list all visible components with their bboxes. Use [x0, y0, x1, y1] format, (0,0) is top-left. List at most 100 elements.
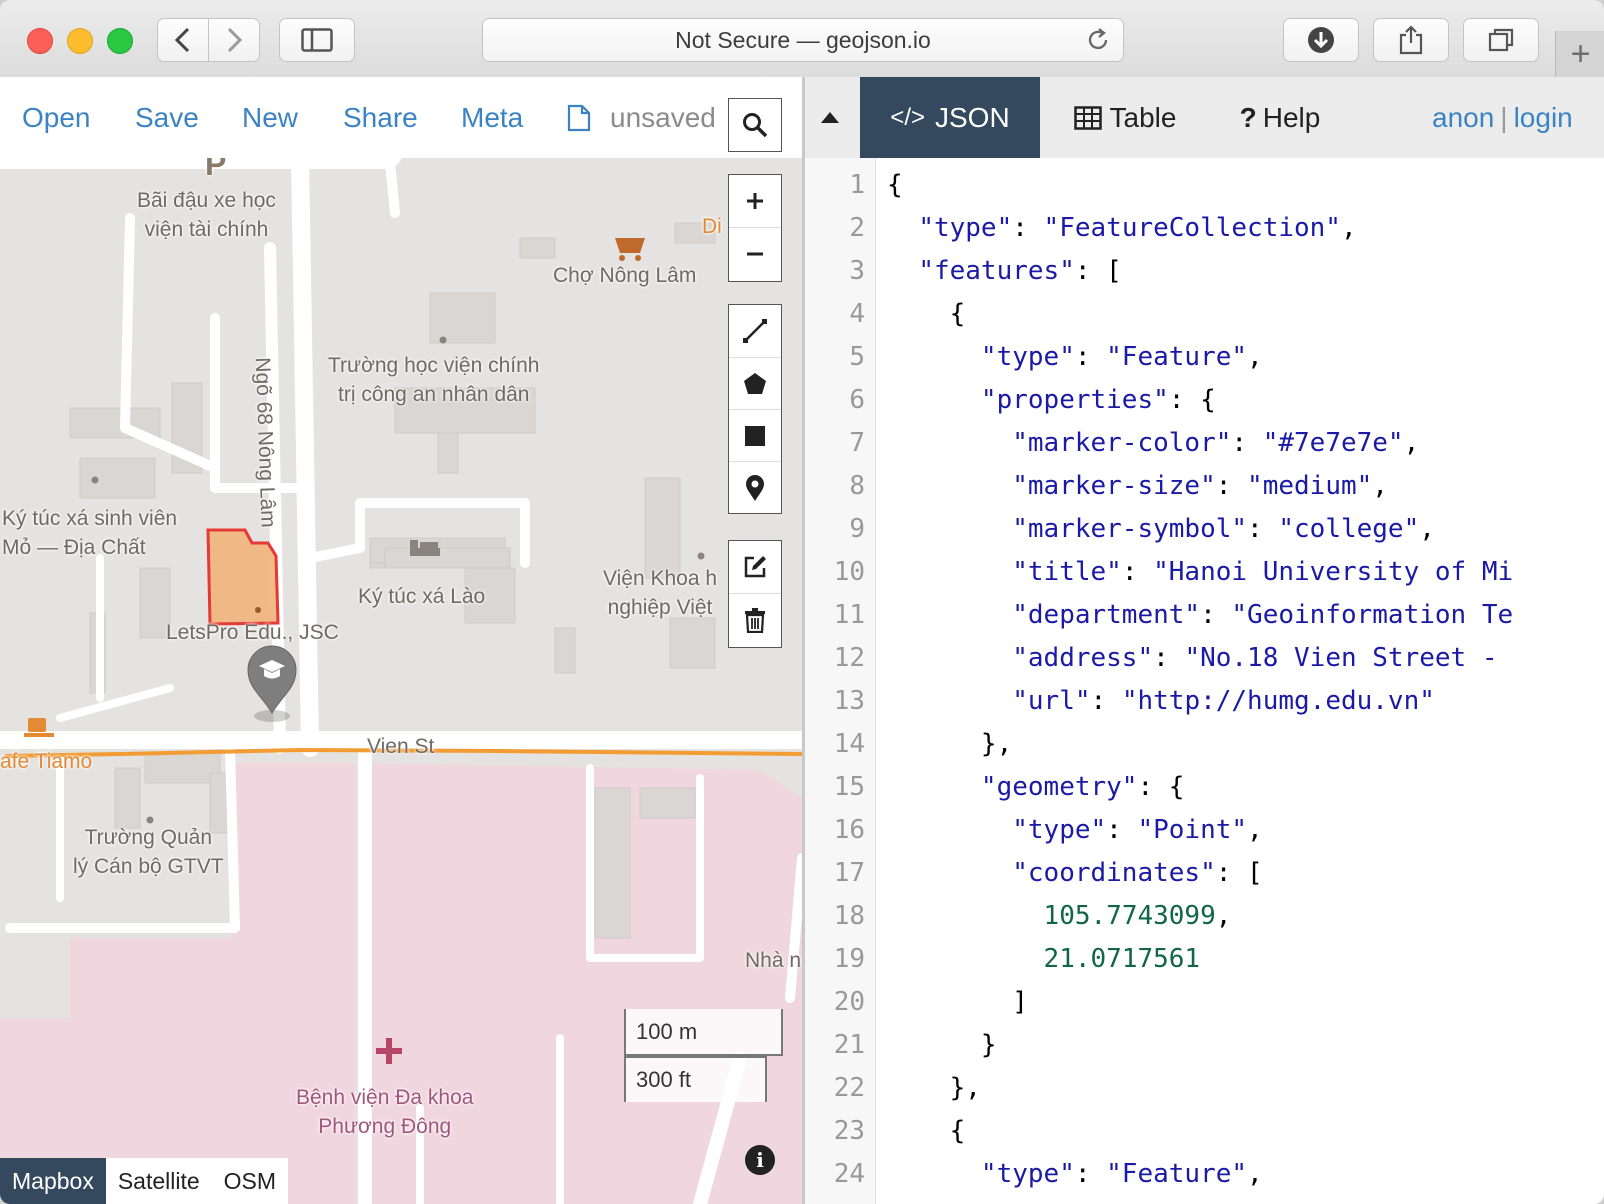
zoom-out-button[interactable]: [729, 227, 781, 279]
tab-help-label: Help: [1262, 101, 1321, 133]
line-number: 16: [833, 815, 865, 845]
zoom-in-button[interactable]: [729, 175, 781, 227]
delete-layers-button[interactable]: [729, 593, 781, 645]
json-editor[interactable]: 1 {2 "type": "FeatureCollection", 3 "featu…: [805, 158, 1604, 1204]
line-number: 6: [849, 385, 865, 415]
menu-share[interactable]: Share: [343, 102, 418, 134]
login-link[interactable]: login: [1514, 102, 1573, 133]
menu-save[interactable]: Save: [135, 102, 199, 134]
address-bar[interactable]: Not Secure — geojson.io: [482, 18, 1124, 62]
sidebar-toggle-button[interactable]: [279, 18, 355, 62]
line-number: 5: [849, 342, 865, 372]
layer-osm[interactable]: OSM: [212, 1158, 288, 1204]
line-number: 23: [833, 1116, 865, 1146]
line-number: 22: [833, 1073, 865, 1103]
back-button[interactable]: [157, 18, 209, 62]
edit-layers-button[interactable]: [729, 541, 781, 593]
draw-marker-button[interactable]: [729, 461, 781, 513]
map-label-cafe: afe Tiamo: [0, 750, 93, 773]
reload-icon[interactable]: [1085, 27, 1111, 53]
map-label-ktx-lao: Ký túc xá Lào: [358, 585, 486, 608]
code-text: "type": "FeatureCollection",: [918, 213, 1357, 243]
code-text: {: [887, 1116, 966, 1146]
code-text: }: [887, 1030, 997, 1060]
line-number: 13: [833, 686, 865, 716]
browser-toolbar: Not Secure — geojson.io +: [0, 0, 1604, 78]
code-text: "marker-size": "medium",: [1012, 471, 1388, 501]
code-text: "geometry": {: [980, 772, 1185, 802]
draw-polygon-button[interactable]: [729, 357, 781, 409]
menu-new[interactable]: New: [242, 102, 298, 134]
tab-json[interactable]: </> JSON: [860, 77, 1040, 158]
line-number: 10: [833, 557, 865, 587]
map-label-ktx-mo: Ký túc xá sinh viên Mỏ — Địa Chất: [2, 507, 178, 559]
tabs-icon: [1488, 28, 1514, 52]
code-text: },: [887, 729, 1013, 759]
tab-help[interactable]: ? Help: [1220, 77, 1340, 158]
zoom-window-button[interactable]: [107, 28, 133, 54]
menu-open[interactable]: Open: [22, 102, 91, 134]
code-text: },: [887, 1073, 981, 1103]
code-text: {: [887, 299, 966, 329]
line-tool-icon: [743, 319, 767, 343]
tabs-overview-button[interactable]: [1463, 18, 1539, 62]
line-number: 21: [833, 1030, 865, 1060]
line-number: 20: [833, 987, 865, 1017]
code-text: ]: [887, 987, 1028, 1017]
file-status: unsaved: [610, 102, 716, 133]
new-tab-button[interactable]: +: [1555, 31, 1604, 77]
code-icon: </>: [890, 103, 925, 131]
draw-line-button[interactable]: [729, 305, 781, 357]
draw-rectangle-button[interactable]: [729, 409, 781, 461]
line-number: 2: [849, 213, 865, 243]
map-label-parking: Bãi đậu xe học viện tài chính: [137, 189, 276, 241]
line-number: 11: [833, 600, 865, 630]
table-icon: [1073, 105, 1102, 130]
map-label-parking-p: P: [205, 158, 227, 182]
line-number: 7: [849, 428, 865, 458]
layer-satellite[interactable]: Satellite: [106, 1158, 212, 1204]
layer-mapbox[interactable]: Mapbox: [0, 1158, 106, 1204]
browser-window: Not Secure — geojson.io + Open Save New …: [0, 0, 1604, 1204]
edit-icon: [744, 556, 766, 578]
minimize-window-button[interactable]: [67, 28, 93, 54]
share-button[interactable]: [1373, 18, 1449, 62]
map-label-truong-quan: Trường Quản lý Cán bộ GTVT: [73, 826, 224, 878]
line-number: 17: [833, 858, 865, 888]
code-text: "type": "Feature",: [980, 342, 1263, 372]
line-number: 24: [833, 1159, 865, 1189]
code-text: "marker-color": "#7e7e7e",: [1012, 428, 1420, 458]
minus-icon: [747, 252, 763, 255]
tab-table[interactable]: Table: [1050, 77, 1200, 158]
map-label-benh-vien: Bệnh viện Đa khoa Phương Đông: [296, 1086, 474, 1138]
code-text: "department": "Geoinformation Te: [1012, 600, 1514, 630]
zoom-control: [728, 174, 782, 282]
draw-toolbar: [728, 304, 782, 514]
downloads-button[interactable]: [1283, 18, 1359, 62]
code-text: "type": "Feature",: [980, 1159, 1263, 1189]
code-text: "address": "No.18 Vien Street -: [1012, 643, 1498, 673]
search-icon: [743, 113, 768, 138]
code-text: 21.0717561: [1043, 944, 1201, 974]
map-label-cho-nong-lam: Chợ Nông Lâm: [553, 264, 697, 287]
line-number: 14: [833, 729, 865, 759]
attribution-info-icon[interactable]: i: [745, 1145, 775, 1175]
collapse-panel-icon[interactable]: [821, 112, 839, 123]
code-text: "marker-symbol": "college",: [1012, 514, 1435, 544]
menu-meta[interactable]: Meta: [461, 102, 523, 134]
chevron-right-icon: [227, 27, 243, 53]
search-button[interactable]: [728, 98, 782, 152]
forward-button[interactable]: [208, 18, 260, 62]
question-icon: ?: [1239, 101, 1257, 133]
map-label-partial-orange: Di: [702, 215, 722, 238]
anon-link[interactable]: anon: [1432, 102, 1494, 133]
scale-metric: 100 m: [624, 1009, 783, 1056]
drawn-polygon[interactable]: [206, 528, 280, 626]
close-window-button[interactable]: [27, 28, 53, 54]
auth-links: anon | login: [1432, 102, 1573, 134]
map-label-street-ngo68: Ngõ 68 Nông Lâm: [250, 356, 280, 529]
edit-toolbar: [728, 540, 782, 648]
college-marker[interactable]: [247, 645, 297, 722]
tab-json-label: JSON: [935, 101, 1010, 133]
polygon-tool-icon: [744, 372, 766, 394]
